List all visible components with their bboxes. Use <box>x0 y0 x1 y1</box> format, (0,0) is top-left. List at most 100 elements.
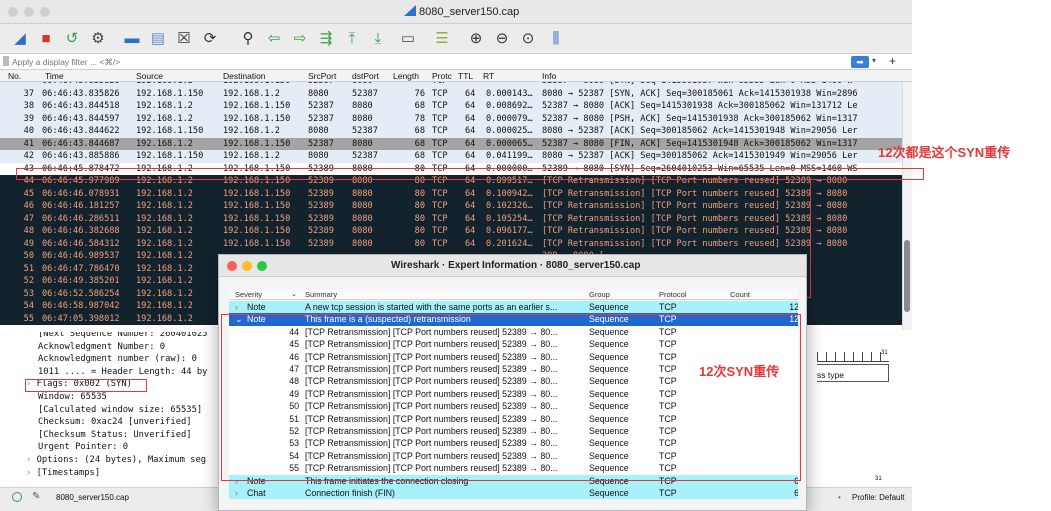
col-rt[interactable]: RT <box>483 71 494 81</box>
packet-row[interactable]: 41 06:46:43.844687 192.168.1.2 192.168.1.15… <box>0 137 902 150</box>
zoom-out-icon[interactable]: ⊖ <box>492 29 512 49</box>
expand-arrow-icon[interactable]: › <box>26 468 37 478</box>
detail-text: Acknowledgment number (raw): 0 <box>38 354 197 365</box>
packet-cell-ttl: 64 <box>465 113 476 124</box>
open-folder-icon[interactable]: ▬ <box>122 29 142 49</box>
detail-line[interactable]: › Options: (24 bytes), Maximum seg <box>26 454 206 467</box>
packet-cell-rt: 0.201624… <box>486 238 533 249</box>
packet-cell-time: 06:46:43.844622 <box>42 126 120 136</box>
status-profile[interactable]: Profile: Default <box>852 493 904 502</box>
go-to-packet-icon[interactable]: ⇶ <box>316 29 336 49</box>
packet-cell-src: 192.168.1.2 <box>136 313 193 324</box>
reload-icon[interactable]: ⟳ <box>200 29 220 49</box>
packet-row[interactable]: 38 06:46:43.844518 192.168.1.2 192.168.1.15… <box>0 100 902 113</box>
packet-row[interactable]: 39 06:46:43.844597 192.168.1.2 192.168.1.15… <box>0 112 902 125</box>
stop-icon[interactable]: ■ <box>36 29 56 49</box>
col-summary[interactable]: Summary <box>305 290 337 299</box>
go-forward-icon[interactable]: ⇨ <box>290 29 310 49</box>
col-srcport[interactable]: SrcPort <box>308 71 336 81</box>
go-back-icon[interactable]: ⇦ <box>264 29 284 49</box>
col-source[interactable]: Source <box>136 71 163 81</box>
chevron-down-icon[interactable]: ▾ <box>872 56 881 68</box>
packet-row[interactable]: 46 06:46:46.181257 192.168.1.2 192.168.1.15… <box>0 200 902 213</box>
packet-row[interactable]: 47 06:46:46.286511 192.168.1.2 192.168.1.15… <box>0 212 902 225</box>
display-filter-input[interactable] <box>12 55 832 69</box>
expert-row[interactable]: › Chat Connection finish (FIN) Sequence TCP 6 <box>229 487 798 500</box>
shark-fin-start-icon[interactable]: ◢ <box>10 29 30 49</box>
go-first-icon[interactable]: ⤒ <box>342 29 362 49</box>
col-severity[interactable]: Severity <box>235 290 262 299</box>
detail-line[interactable]: [Calculated window size: 65535] <box>38 404 202 417</box>
minimize-window-button[interactable] <box>24 7 34 17</box>
close-file-icon[interactable]: ☒ <box>174 29 194 49</box>
packet-cell-no: 55 <box>23 313 34 324</box>
expand-arrow-icon[interactable]: › <box>26 455 37 465</box>
expert-row[interactable]: › Note A new tcp session is started with t… <box>229 301 798 314</box>
packet-row[interactable]: 45 06:46:46.078931 192.168.1.2 192.168.1.15… <box>0 187 902 200</box>
dialog-title: Wireshark · Expert Information · 8080_se… <box>391 260 641 271</box>
col-group[interactable]: Group <box>589 290 610 299</box>
go-last-icon[interactable]: ⤓ <box>368 29 388 49</box>
main-toolbar: ◢ ■ ↺ ⚙ ▬ ▤ ☒ ⟳ ⚲ ⇦ ⇨ ⇶ ⤒ ⤓ ▭ ☰ ⊕ ⊖ ⊙ ⫼ <box>0 24 912 54</box>
col-time[interactable]: Time <box>45 71 64 81</box>
col-info[interactable]: Info <box>542 71 556 81</box>
packet-cell-time: 06:46:43.844518 <box>42 101 120 111</box>
detail-line[interactable]: Acknowledgment number (raw): 0 <box>38 353 197 366</box>
colorize-icon[interactable]: ☰ <box>432 29 452 49</box>
expand-arrow-icon[interactable]: › <box>235 487 243 499</box>
add-filter-button[interactable]: + <box>889 54 896 68</box>
packet-cell-info: 52387 → 8080 [ACK] Seq=1415301938 Ack=30… <box>542 101 858 111</box>
zoom-in-icon[interactable]: ⊕ <box>466 29 486 49</box>
detail-line[interactable]: › [Timestamps] <box>26 467 100 480</box>
packet-row[interactable]: 49 06:46:46.584312 192.168.1.2 192.168.1.15… <box>0 237 902 250</box>
detail-line[interactable]: Checksum: 0xac24 [unverified] <box>38 416 192 429</box>
dialog-minimize-button[interactable] <box>242 261 252 271</box>
col-protocol[interactable]: Protocol <box>659 290 687 299</box>
packet-cell-src: 192.168.1.2 <box>136 288 193 299</box>
restart-icon[interactable]: ↺ <box>62 29 82 49</box>
chevron-down-icon[interactable]: ⌄ <box>291 290 297 298</box>
col-dstport[interactable]: dstPort <box>352 71 379 81</box>
detail-line[interactable]: [Next Sequence Number: 260401025 <box>38 332 207 341</box>
autoscroll-icon[interactable]: ▭ <box>398 29 418 49</box>
dialog-zoom-button[interactable] <box>257 261 267 271</box>
detail-line[interactable]: [Checksum Status: Unverified] <box>38 429 192 442</box>
options-gear-icon[interactable]: ⚙ <box>88 29 108 49</box>
dialog-close-button[interactable] <box>227 261 237 271</box>
packet-cell-time: 06:46:43.835826 <box>42 88 120 99</box>
capture-status-icon[interactable] <box>12 492 22 502</box>
col-ttl[interactable]: TTL <box>458 71 473 81</box>
expand-arrow-icon[interactable]: › <box>235 301 243 313</box>
scrollbar-thumb[interactable] <box>904 240 910 312</box>
packet-cell-ttl: 64 <box>465 188 476 199</box>
detail-line[interactable]: Acknowledgment Number: 0 <box>38 341 165 354</box>
bookmark-icon[interactable] <box>3 56 9 66</box>
expert-cell-severity: Note <box>247 302 266 312</box>
packet-cell-proto: TCP <box>432 88 448 99</box>
expert-info-dialog: Wireshark · Expert Information · 8080_se… <box>218 254 807 511</box>
detail-line[interactable]: 1011 .... = Header Length: 44 by <box>38 366 207 379</box>
detail-line[interactable]: Window: 65535 <box>38 391 107 404</box>
packet-row[interactable]: 48 06:46:46.382688 192.168.1.2 192.168.1.15… <box>0 225 902 238</box>
zoom-window-button[interactable] <box>40 7 50 17</box>
apply-filter-arrow-icon[interactable]: ➡ <box>851 56 869 68</box>
zoom-normal-icon[interactable]: ⊙ <box>518 29 538 49</box>
search-icon[interactable]: ⚲ <box>238 29 258 49</box>
packet-cell-dst: 192.168.1.150 <box>223 226 291 236</box>
col-destination[interactable]: Destination <box>223 71 266 81</box>
resize-columns-icon[interactable]: ⫼ <box>546 29 566 49</box>
packet-row[interactable]: 42 06:46:43.885886 192.168.1.150 192.168.1.… <box>0 150 902 163</box>
packet-cell-time: 06:46:46.181257 <box>42 201 120 211</box>
packet-row[interactable]: 40 06:46:43.844622 192.168.1.150 192.168.1.… <box>0 125 902 138</box>
detail-line[interactable]: Urgent Pointer: 0 <box>38 441 128 454</box>
packet-row[interactable]: 37 06:46:43.835826 192.168.1.150 192.168.1.… <box>0 87 902 100</box>
packet-cell-sp: 52389 <box>308 226 334 236</box>
col-no[interactable]: No. <box>8 71 21 81</box>
save-file-icon[interactable]: ▤ <box>148 29 168 49</box>
col-length[interactable]: Length <box>393 71 419 81</box>
col-count[interactable]: Count <box>730 290 750 299</box>
close-window-button[interactable] <box>8 7 18 17</box>
packet-cell-sp: 8080 <box>308 88 329 99</box>
col-protocol[interactable]: Protc <box>432 71 452 81</box>
edit-comment-icon[interactable]: ✎ <box>32 491 40 502</box>
